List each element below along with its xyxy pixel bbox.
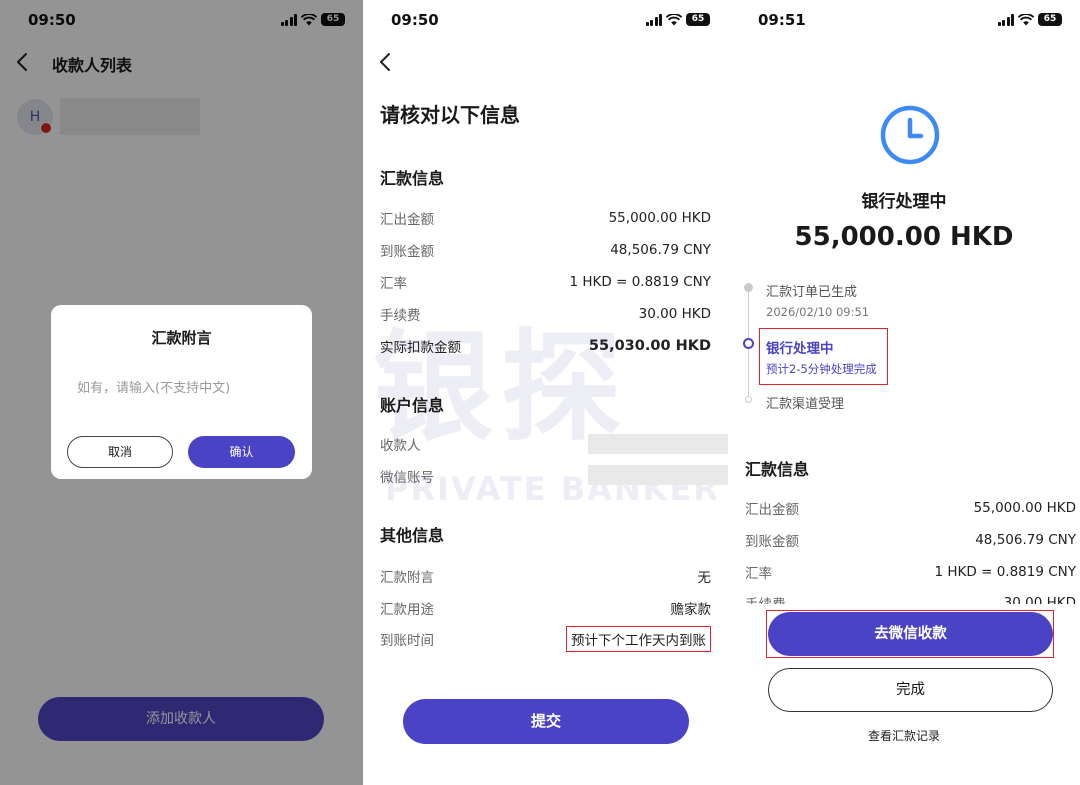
- row-value: 1 HKD = 0.8819 CNY: [934, 564, 1076, 580]
- row-label: 实际扣款金额: [380, 340, 461, 356]
- remittance-amount: 55,000.00 HKD: [794, 222, 1014, 252]
- row-value: 48,506.79 CNY: [610, 242, 711, 258]
- screen-confirm-info: 09:50 65 银探 PRIVATE BANKER 请核对以下信息 汇款信息 …: [363, 0, 728, 785]
- row-value: 无: [697, 570, 712, 586]
- info-row: 手续费 30.00 HKD: [380, 302, 711, 326]
- info-row: 汇款附言 无: [380, 564, 711, 588]
- battery-icon: 65: [1038, 13, 1062, 26]
- done-button[interactable]: 完成: [768, 668, 1053, 712]
- remark-input[interactable]: [77, 377, 292, 399]
- timeline-step: 汇款订单已生成: [766, 285, 858, 300]
- timeline-check-icon: [744, 283, 753, 292]
- clock-icon: [880, 105, 940, 165]
- row-label: 手续费: [380, 308, 421, 324]
- row-label: 到账时间: [380, 633, 434, 649]
- row-value: 赡家款: [670, 602, 712, 618]
- info-row: 手续费 30.00 HKD: [745, 591, 1076, 604]
- row-label: 汇率: [745, 566, 772, 582]
- row-value: 30.00 HKD: [1003, 595, 1076, 604]
- row-label: 微信账号: [380, 470, 434, 486]
- timeline-step: 汇款渠道受理: [766, 397, 845, 412]
- row-value: 30.00 HKD: [638, 306, 711, 322]
- wifi-icon: [666, 13, 682, 25]
- info-row: 汇率 1 HKD = 0.8819 CNY: [745, 560, 1076, 584]
- status-bar: 09:50 65: [363, 0, 728, 44]
- remark-dialog: 汇款附言 取消 确认: [51, 305, 312, 479]
- status-time: 09:50: [391, 11, 439, 29]
- row-value: 55,000.00 HKD: [973, 500, 1076, 516]
- status-icons: 65: [997, 13, 1062, 26]
- row-label: 到账金额: [745, 534, 799, 550]
- timeline-step-active: 银行处理中: [766, 341, 834, 357]
- row-label: 汇款用途: [380, 602, 434, 618]
- status-bar: 09:51 65: [728, 0, 1080, 44]
- row-label: 汇款附言: [380, 570, 434, 586]
- screen-payee-list: 09:50 65 收款人列表 H 添加收款人 汇款附言 取消 确认: [0, 0, 363, 785]
- remittance-section-title: 汇款信息: [745, 460, 810, 479]
- info-row: 汇率 1 HKD = 0.8819 CNY: [380, 270, 711, 294]
- wechat-account-mask: [588, 465, 728, 485]
- confirm-button[interactable]: 确认: [188, 436, 295, 468]
- row-label: 手续费: [745, 593, 786, 604]
- signal-icon: [997, 13, 1014, 26]
- account-section-title: 账户信息: [380, 396, 445, 415]
- timeline-time: 2026/02/10 09:51: [766, 305, 870, 319]
- back-arrow-icon[interactable]: [375, 51, 397, 73]
- screen-processing: 09:51 65 银行处理中 55,000.00 HKD 汇款订单已生成 202…: [728, 0, 1080, 785]
- info-row: 汇出金额 55,000.00 HKD: [380, 206, 711, 230]
- signal-icon: [645, 13, 662, 26]
- info-row: 到账金额 48,506.79 CNY: [380, 238, 711, 262]
- battery-icon: 65: [686, 13, 710, 26]
- info-row-total: 实际扣款金额 55,030.00 HKD: [380, 334, 711, 358]
- payee-name-mask: [588, 434, 728, 454]
- page-title: 请核对以下信息: [380, 103, 520, 127]
- wifi-icon: [1018, 13, 1034, 25]
- cancel-button[interactable]: 取消: [67, 436, 173, 468]
- status-title: 银行处理中: [861, 192, 947, 212]
- timeline-active-dot: [743, 338, 754, 349]
- scroll-content: 汇款信息 汇出金额 55,000.00 HKD 到账金额 48,506.79 C…: [728, 440, 1080, 604]
- info-row: 到账时间 预计下个工作天内到账: [380, 626, 711, 652]
- row-label: 汇出金额: [745, 502, 799, 518]
- view-history-link[interactable]: 查看汇款记录: [728, 727, 1080, 744]
- row-label: 到账金额: [380, 244, 434, 260]
- row-value: 55,030.00 HKD: [588, 338, 711, 354]
- row-label: 收款人: [380, 438, 421, 454]
- status-icons: 65: [645, 13, 710, 26]
- info-row: 汇款用途 赡家款: [380, 596, 711, 620]
- other-section-title: 其他信息: [380, 526, 445, 545]
- submit-button[interactable]: 提交: [403, 699, 689, 744]
- status-time: 09:51: [758, 11, 806, 29]
- arrival-time-value: 预计下个工作天内到账: [566, 626, 711, 652]
- timeline-note: 预计2-5分钟处理完成: [766, 362, 877, 376]
- row-label: 汇率: [380, 276, 407, 292]
- remittance-section-title: 汇款信息: [380, 169, 445, 188]
- timeline-pending-dot: [745, 396, 752, 403]
- dialog-title: 汇款附言: [151, 329, 212, 347]
- info-row: 汇出金额 55,000.00 HKD: [745, 496, 1076, 520]
- row-label: 汇出金额: [380, 212, 434, 228]
- info-row: 到账金额 48,506.79 CNY: [745, 528, 1076, 552]
- row-value: 1 HKD = 0.8819 CNY: [569, 274, 711, 290]
- go-wechat-button[interactable]: 去微信收款: [768, 612, 1053, 656]
- row-value: 48,506.79 CNY: [975, 532, 1076, 548]
- row-value: 55,000.00 HKD: [608, 210, 711, 226]
